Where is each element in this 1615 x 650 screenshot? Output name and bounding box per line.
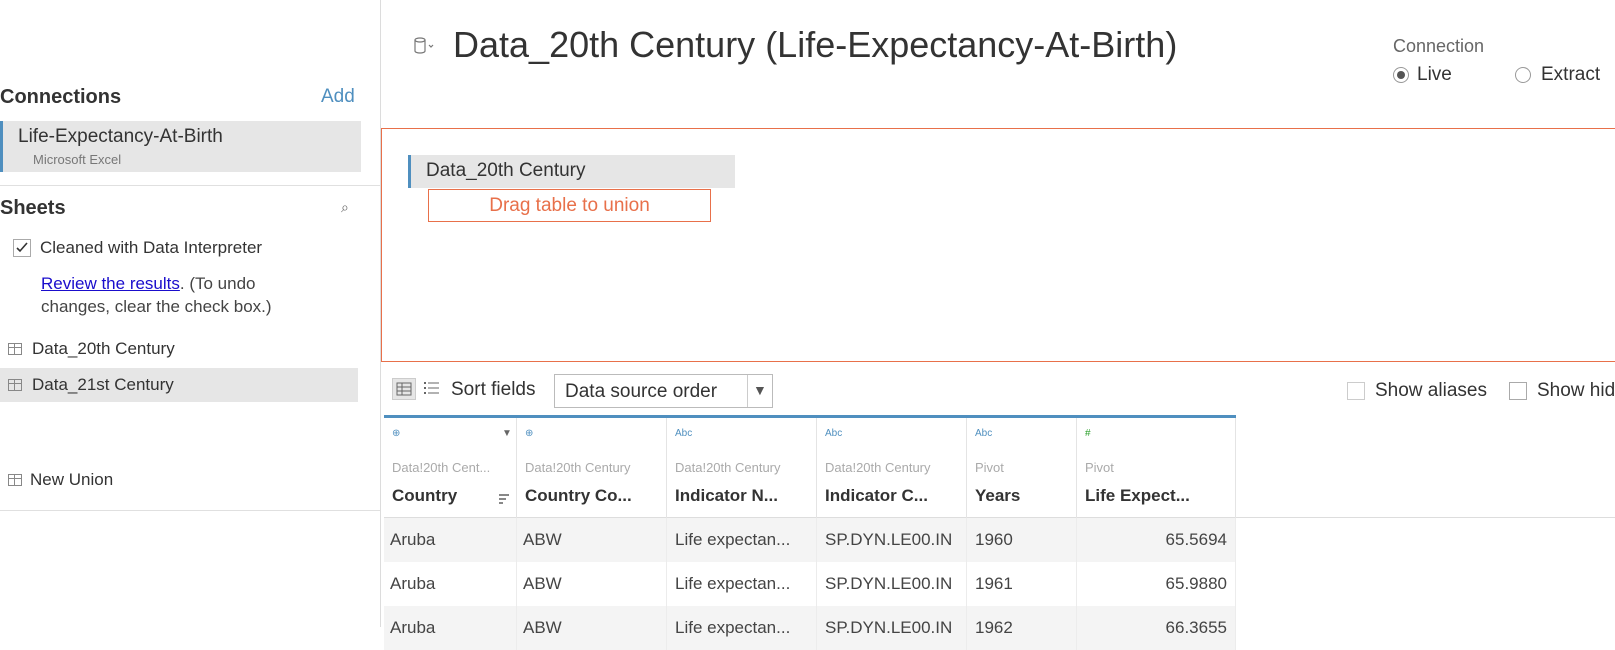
new-union-label: New Union [30,470,114,489]
sheet-item[interactable]: Data_21st Century [0,368,358,402]
column-source: Data!20th Cent... [392,460,491,475]
datasource-icon[interactable] [412,36,436,61]
review-note-text: . (To undo [179,274,256,293]
column-name: Life Expect... [1085,486,1190,505]
cell[interactable]: 65.9880 [1077,562,1236,606]
string-type-icon[interactable]: Abc [675,428,692,439]
column-name: Years [975,486,1021,505]
show-hidden-option[interactable]: Show hid [1509,380,1615,402]
column-header[interactable]: Abc Data!20th Century Indicator C... [817,418,967,518]
sort-fields-select[interactable]: Data source order ▼ [554,374,773,408]
connection-label: Connection [1393,36,1485,56]
column-header[interactable]: Abc Pivot Years [967,418,1077,518]
show-aliases-checkbox[interactable] [1347,382,1365,400]
show-hidden-label: Show hid [1537,380,1615,401]
cell[interactable]: ABW [517,562,667,606]
connections-title: Connections [0,86,122,108]
left-panel: Connections Add Life-Expectancy-At-Birth… [0,0,381,627]
column-source: Data!20th Century [525,460,631,475]
cell[interactable]: 1961 [967,562,1077,606]
review-results-link[interactable]: Review the results [41,274,180,293]
cell[interactable]: Life expectan... [667,518,817,562]
add-connection-link[interactable]: Add [321,86,355,108]
string-type-icon[interactable]: Abc [825,428,842,439]
cell[interactable]: Aruba [384,518,517,562]
grid-view-button[interactable] [392,378,416,400]
page-title: Data_20th Century (Life-Expectancy-At-Bi… [453,24,1178,65]
list-view-button[interactable] [424,381,440,400]
cell[interactable]: Aruba [384,562,517,606]
sort-fields-value: Data source order [565,381,718,402]
geo-type-icon[interactable]: ⊕ [392,428,400,439]
cell[interactable]: SP.DYN.LE00.IN [817,518,967,562]
join-canvas[interactable]: Data_20th Century Drag table to union [381,128,1615,362]
cell[interactable]: Life expectan... [667,606,817,650]
column-source: Data!20th Century [675,460,781,475]
live-option[interactable]: Live [1393,64,1452,86]
search-icon[interactable]: ⌕ [341,199,349,216]
cell[interactable]: 1962 [967,606,1077,650]
new-union-item[interactable]: New Union [0,463,358,497]
table-row: Aruba ABW Life expectan... SP.DYN.LE00.I… [384,518,1236,562]
table-icon [8,379,22,391]
union-drop-target[interactable]: Drag table to union [428,189,711,222]
data-interpreter-row: Cleaned with Data Interpreter [13,238,262,258]
cell[interactable]: 66.3655 [1077,606,1236,650]
table-icon [8,343,22,355]
canvas-table[interactable]: Data_20th Century [408,155,735,188]
show-aliases-option[interactable]: Show aliases [1347,380,1487,402]
sort-icon[interactable] [498,492,510,510]
live-label: Live [1417,64,1452,85]
column-source: Pivot [975,460,1004,475]
connection-item[interactable]: Life-Expectancy-At-Birth Microsoft Excel [0,121,361,172]
column-header[interactable]: ⊕ ▼ Data!20th Cent... Country [384,418,517,518]
geo-type-icon[interactable]: ⊕ [525,428,533,439]
extract-radio[interactable] [1515,67,1531,83]
extract-label: Extract [1541,64,1601,85]
cell[interactable]: SP.DYN.LE00.IN [817,606,967,650]
sheet-label: Data_21st Century [32,375,174,394]
number-type-icon[interactable]: # [1085,428,1091,439]
chevron-down-icon[interactable]: ▼ [753,382,767,398]
cell[interactable]: ABW [517,606,667,650]
show-hidden-checkbox[interactable] [1509,382,1527,400]
data-interpreter-checkbox[interactable] [13,239,31,257]
review-note: Review the results. (To undo changes, cl… [41,272,341,318]
connection-type: Microsoft Excel [33,152,122,167]
column-name: Indicator N... [675,486,778,505]
cell[interactable]: Aruba [384,606,517,650]
union-icon [8,474,22,486]
extract-option[interactable]: Extract [1515,64,1600,86]
column-name: Country [392,486,458,505]
string-type-icon[interactable]: Abc [975,428,992,439]
cell[interactable]: SP.DYN.LE00.IN [817,562,967,606]
cell[interactable]: Life expectan... [667,562,817,606]
show-aliases-label: Show aliases [1375,380,1487,401]
column-source: Data!20th Century [825,460,931,475]
live-radio[interactable] [1393,67,1409,83]
sheets-title: Sheets [0,197,66,219]
sort-fields-label: Sort fields [451,379,536,400]
data-interpreter-label: Cleaned with Data Interpreter [40,238,263,257]
sheet-item[interactable]: Data_20th Century [0,332,358,366]
cell[interactable]: ABW [517,518,667,562]
column-source: Pivot [1085,460,1114,475]
table-row: Aruba ABW Life expectan... SP.DYN.LE00.I… [384,562,1236,606]
table-row: Aruba ABW Life expectan... SP.DYN.LE00.I… [384,606,1236,650]
sheet-label: Data_20th Century [32,339,175,358]
column-name: Indicator C... [825,486,928,505]
column-menu-icon[interactable]: ▼ [502,428,512,439]
column-header[interactable]: Abc Data!20th Century Indicator N... [667,418,817,518]
cell[interactable]: 65.5694 [1077,518,1236,562]
column-header[interactable]: # Pivot Life Expect... [1077,418,1236,518]
connection-name: Life-Expectancy-At-Birth [18,126,223,147]
cell[interactable]: 1960 [967,518,1077,562]
canvas-table-label: Data_20th Century [426,160,586,181]
column-header[interactable]: ⊕ Data!20th Century Country Co... [517,418,667,518]
review-note-text-2: changes, clear the check box.) [41,297,272,316]
column-name: Country Co... [525,486,632,505]
